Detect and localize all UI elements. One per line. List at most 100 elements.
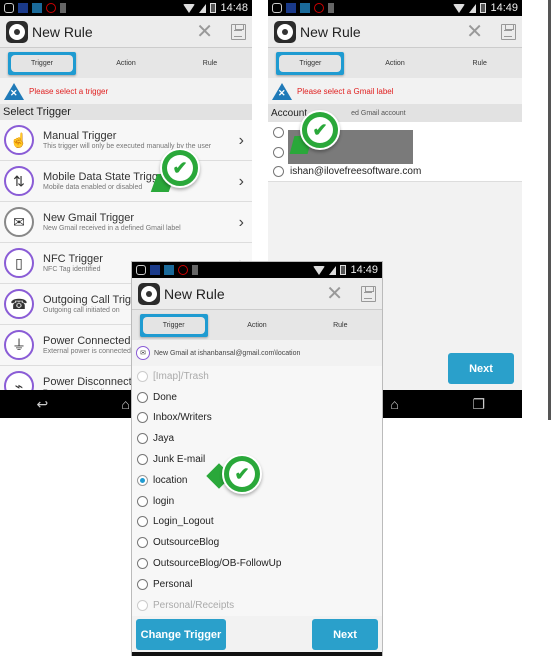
section-subtitle: ed Gmail account bbox=[351, 109, 406, 117]
item-desc: New Gmail received in a defined Gmail la… bbox=[43, 224, 181, 232]
tab-rule[interactable]: Rule bbox=[437, 60, 522, 67]
account-label: ishan@ilovefreesoftware.com bbox=[290, 166, 422, 177]
label-name: Done bbox=[153, 391, 177, 403]
chevron-right-icon: › bbox=[238, 132, 244, 149]
label-name: Personal bbox=[153, 578, 193, 590]
close-icon[interactable]: ✕ bbox=[326, 284, 343, 304]
nav-bar-edge bbox=[132, 652, 382, 656]
next-button[interactable]: Next bbox=[312, 619, 378, 650]
tab-action[interactable]: Action bbox=[84, 60, 168, 67]
frame-border bbox=[548, 0, 551, 420]
label-option[interactable]: Personal/Receipts bbox=[132, 595, 382, 616]
tab-label: Trigger bbox=[11, 54, 73, 72]
tab-trigger[interactable]: Trigger bbox=[268, 51, 353, 75]
label-name: OutsourceBlog/OB-FollowUp bbox=[153, 558, 282, 570]
radio-button[interactable] bbox=[137, 578, 148, 590]
page-title: New Rule bbox=[164, 285, 225, 302]
radio-button[interactable] bbox=[137, 412, 148, 424]
account-option[interactable]: ishan@ilovefreesoftware.com bbox=[268, 162, 522, 182]
tab-bar: Trigger Action Rule bbox=[0, 48, 252, 78]
save-icon[interactable] bbox=[231, 23, 246, 40]
save-icon[interactable] bbox=[501, 23, 516, 40]
recents-icon[interactable]: ❐ bbox=[473, 396, 486, 413]
label-name: Login_Logout bbox=[153, 516, 214, 528]
save-icon[interactable] bbox=[361, 285, 376, 302]
radio-button[interactable] bbox=[137, 391, 148, 403]
tab-trigger[interactable]: Trigger bbox=[132, 313, 215, 337]
label-option[interactable]: OutsourceBlog bbox=[132, 532, 382, 553]
section-header: Select Trigger bbox=[0, 104, 252, 120]
radio-button[interactable] bbox=[273, 146, 284, 158]
app-logo-icon bbox=[274, 20, 296, 43]
radio-button[interactable] bbox=[137, 599, 148, 611]
page-title: New Rule bbox=[300, 23, 361, 40]
label-option[interactable]: Done bbox=[132, 387, 382, 408]
radio-button[interactable] bbox=[273, 126, 284, 138]
list-item-manual-trigger[interactable]: ☝ Manual Trigger This trigger will only b… bbox=[0, 120, 252, 161]
item-title: New Gmail Trigger bbox=[43, 211, 135, 224]
app-notification-icon bbox=[300, 3, 310, 13]
back-icon[interactable]: ↩ bbox=[37, 396, 49, 413]
tab-rule[interactable]: Rule bbox=[299, 322, 382, 329]
warning-banner: Please select a trigger bbox=[0, 78, 252, 104]
close-icon[interactable]: ✕ bbox=[466, 22, 483, 42]
hand-pointer-icon: ☝ bbox=[4, 125, 34, 155]
wifi-icon bbox=[313, 265, 326, 275]
page-title: New Rule bbox=[32, 23, 93, 40]
tab-action[interactable]: Action bbox=[215, 322, 298, 329]
radio-button[interactable] bbox=[137, 495, 148, 507]
label-option[interactable]: Login_Logout bbox=[132, 512, 382, 533]
label-option[interactable]: OutsourceBlog/OB-FollowUp bbox=[132, 553, 382, 574]
label-name: login bbox=[153, 495, 175, 507]
chevron-right-icon: › bbox=[238, 214, 244, 231]
app-bar: New Rule ✕ bbox=[132, 278, 382, 310]
home-icon[interactable]: ⌂ bbox=[121, 396, 129, 412]
wifi-icon bbox=[453, 3, 466, 13]
item-desc: This trigger will only be executed manua… bbox=[43, 142, 212, 150]
label-option[interactable]: Personal bbox=[132, 574, 382, 595]
radio-button[interactable] bbox=[137, 370, 148, 382]
check-badge-icon: ✔ bbox=[206, 454, 266, 498]
app-logo-icon bbox=[138, 282, 160, 305]
tab-trigger[interactable]: Trigger bbox=[0, 51, 84, 75]
radio-button[interactable] bbox=[137, 558, 148, 570]
radio-button[interactable] bbox=[273, 166, 284, 177]
counter-notification-icon bbox=[314, 3, 324, 13]
weather-icon bbox=[150, 265, 160, 275]
counter-notification-icon bbox=[46, 3, 56, 13]
app-bar: New Rule ✕ bbox=[0, 16, 252, 48]
label-name: Inbox/Writers bbox=[153, 412, 212, 424]
up-down-arrows-icon: ⇅ bbox=[4, 166, 34, 196]
list-item-mobile-data-trigger[interactable]: ⇅ Mobile Data State Trigger Mobile data e… bbox=[0, 161, 252, 202]
envelope-icon: ✉ bbox=[4, 207, 34, 237]
label-name: Junk E-mail bbox=[153, 454, 206, 466]
label-option[interactable]: Jaya bbox=[132, 428, 382, 449]
label-select-screen: 14:49 New Rule ✕ Trigger Action Rule ✉ N… bbox=[132, 262, 382, 656]
radio-button[interactable] bbox=[137, 516, 148, 528]
radio-button[interactable] bbox=[137, 537, 148, 549]
radio-button[interactable] bbox=[137, 474, 148, 486]
tab-action[interactable]: Action bbox=[353, 60, 438, 67]
tab-rule[interactable]: Rule bbox=[168, 60, 252, 67]
label-option[interactable]: Inbox/Writers bbox=[132, 408, 382, 429]
warning-text: Please select a trigger bbox=[29, 86, 109, 96]
trigger-summary: ✉ New Gmail at ishanbansal@gmail.com\loc… bbox=[132, 340, 382, 366]
warning-icon bbox=[4, 82, 24, 100]
warning-icon bbox=[272, 82, 292, 100]
close-icon[interactable]: ✕ bbox=[196, 22, 213, 42]
tab-label: Trigger bbox=[279, 54, 342, 72]
nfc-phone-icon: ▯ bbox=[4, 248, 34, 278]
label-option[interactable]: [Imap]/Trash bbox=[132, 366, 382, 387]
radio-button[interactable] bbox=[137, 433, 148, 445]
change-trigger-button[interactable]: Change Trigger bbox=[136, 619, 226, 650]
radio-button[interactable] bbox=[137, 454, 148, 466]
next-button[interactable]: Next bbox=[448, 353, 514, 384]
list-item-new-gmail-trigger[interactable]: ✉ New Gmail Trigger New Gmail received in… bbox=[0, 202, 252, 243]
phone-outgoing-icon: ☎ bbox=[4, 289, 34, 319]
check-badge-icon: ✔ bbox=[150, 148, 204, 192]
battery-icon bbox=[210, 3, 217, 13]
warning-banner: Please select a Gmail label bbox=[268, 78, 522, 104]
signal-icon bbox=[329, 265, 337, 275]
label-name: Jaya bbox=[153, 433, 175, 445]
home-icon[interactable]: ⌂ bbox=[390, 396, 398, 412]
